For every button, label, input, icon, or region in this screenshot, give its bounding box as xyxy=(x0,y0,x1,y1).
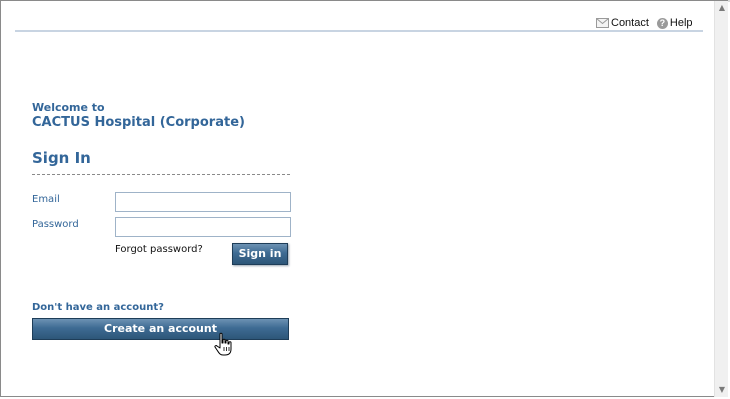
company-name: CACTUS Hospital (Corporate) xyxy=(32,115,245,130)
email-field[interactable] xyxy=(115,192,291,212)
scroll-down-icon[interactable]: ▼ xyxy=(716,383,728,397)
signin-divider xyxy=(32,174,290,175)
header-divider xyxy=(15,30,703,32)
contact-link[interactable]: Contact xyxy=(596,17,649,29)
email-label: Email xyxy=(32,194,60,205)
password-label: Password xyxy=(32,219,79,230)
help-icon: ? xyxy=(656,17,668,29)
mail-icon xyxy=(596,18,609,28)
password-field[interactable] xyxy=(115,217,291,237)
hand-cursor-icon xyxy=(214,332,232,356)
welcome-text: Welcome to xyxy=(32,101,105,114)
vertical-scrollbar[interactable]: ▲ ▼ xyxy=(714,1,728,397)
help-link[interactable]: ? Help xyxy=(649,17,693,29)
signin-heading: Sign In xyxy=(32,149,91,167)
help-label: Help xyxy=(669,17,693,29)
no-account-prompt: Don't have an account? xyxy=(32,302,164,313)
contact-label: Contact xyxy=(611,17,649,29)
forgot-password-link[interactable]: Forgot password? xyxy=(115,244,203,255)
sign-in-button[interactable]: Sign in xyxy=(232,243,288,265)
header-links: Contact ? Help xyxy=(596,16,693,30)
create-account-button[interactable]: Create an account xyxy=(32,318,289,340)
scroll-up-icon[interactable]: ▲ xyxy=(716,1,728,15)
